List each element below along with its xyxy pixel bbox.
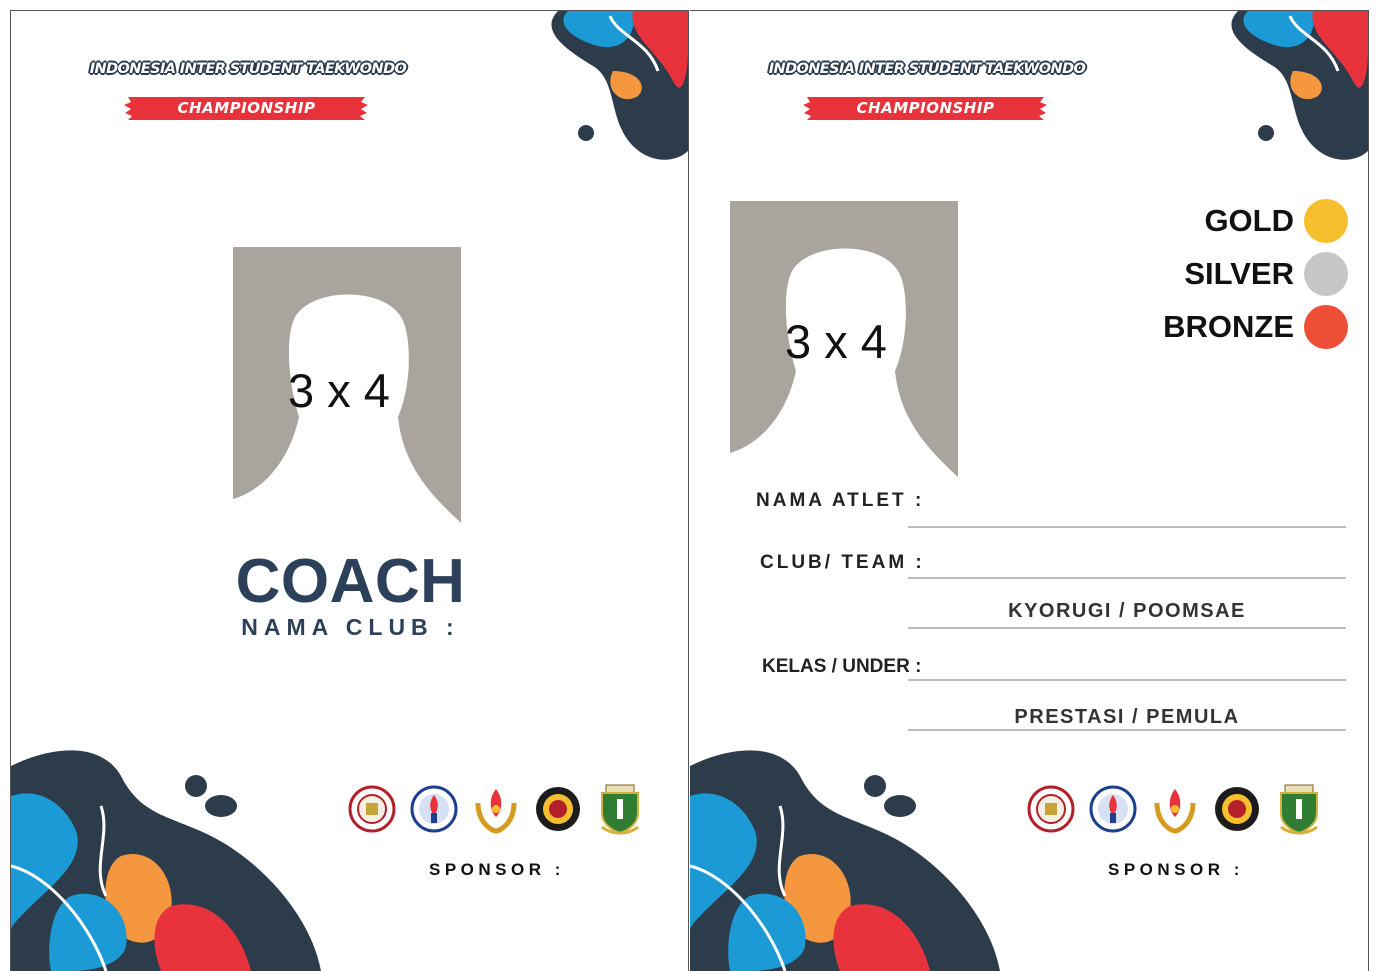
- medal-bronze: BRONZE: [1163, 305, 1348, 349]
- championship-banner: CHAMPIONSHIP: [124, 94, 369, 123]
- photo-size-label: 3 x 4: [785, 315, 887, 368]
- medal-silver-label: SILVER: [1184, 256, 1294, 291]
- ministry-torch-logo: [410, 785, 458, 833]
- class-line: [908, 679, 1346, 681]
- championship-banner: CHAMPIONSHIP: [803, 94, 1048, 123]
- sponsor-logos: [348, 783, 644, 835]
- medal-gold-label: GOLD: [1204, 203, 1294, 238]
- category-line: [908, 627, 1346, 629]
- silver-dot-icon: [1304, 252, 1348, 296]
- category-value: KYORUGI / POOMSAE: [1008, 600, 1246, 622]
- provincial-shield-logo: [1280, 784, 1318, 835]
- sponsor-label: SPONSOR :: [429, 860, 565, 879]
- scroll-badge-logo: [348, 785, 396, 833]
- role-title: COACH: [235, 547, 466, 616]
- event-title: INDONESIA INTER STUDENT TAEKWONDO: [89, 61, 407, 77]
- ministry-torch-logo: [1089, 785, 1137, 833]
- medal-silver: SILVER: [1184, 252, 1348, 296]
- federation-seal-logo: [536, 787, 580, 831]
- event-title: INDONESIA INTER STUDENT TAEKWONDO: [768, 61, 1086, 77]
- decorative-wave-bottom-left: [11, 750, 321, 971]
- class-label: KELAS / UNDER :: [762, 656, 922, 677]
- level-value: PRESTASI / PEMULA: [1014, 706, 1240, 728]
- decorative-wave-top-right: [551, 11, 688, 160]
- athlete-name-line: [908, 526, 1346, 528]
- provincial-shield-logo: [601, 784, 639, 835]
- federation-seal-logo: [1215, 787, 1259, 831]
- coach-id-card: INDONESIA INTER STUDENT TAEKWONDO CHAMPI…: [10, 10, 689, 971]
- decorative-wave-top-right: [1231, 11, 1368, 160]
- bronze-dot-icon: [1304, 305, 1348, 349]
- scroll-badge-logo: [1027, 785, 1075, 833]
- club-name-label: NAMA CLUB :: [241, 614, 460, 640]
- decorative-wave-bottom-left: [690, 750, 1000, 971]
- sponsor-label: SPONSOR :: [1108, 860, 1244, 879]
- level-line: [908, 729, 1346, 731]
- medal-bronze-label: BRONZE: [1163, 309, 1294, 344]
- athlete-name-label: NAMA ATLET :: [756, 490, 925, 511]
- flame-wreath-logo: [1154, 789, 1196, 834]
- photo-size-label: 3 x 4: [288, 364, 390, 417]
- flame-wreath-logo: [475, 789, 517, 834]
- banner-label: CHAMPIONSHIP: [177, 99, 316, 117]
- club-team-label: CLUB/ TEAM :: [760, 552, 925, 573]
- sponsor-logos: [1027, 783, 1323, 835]
- athlete-id-card: INDONESIA INTER STUDENT TAEKWONDO CHAMPI…: [690, 10, 1369, 971]
- banner-label: CHAMPIONSHIP: [856, 99, 995, 117]
- gold-dot-icon: [1304, 199, 1348, 243]
- medal-gold: GOLD: [1204, 199, 1348, 243]
- club-team-line: [908, 577, 1346, 579]
